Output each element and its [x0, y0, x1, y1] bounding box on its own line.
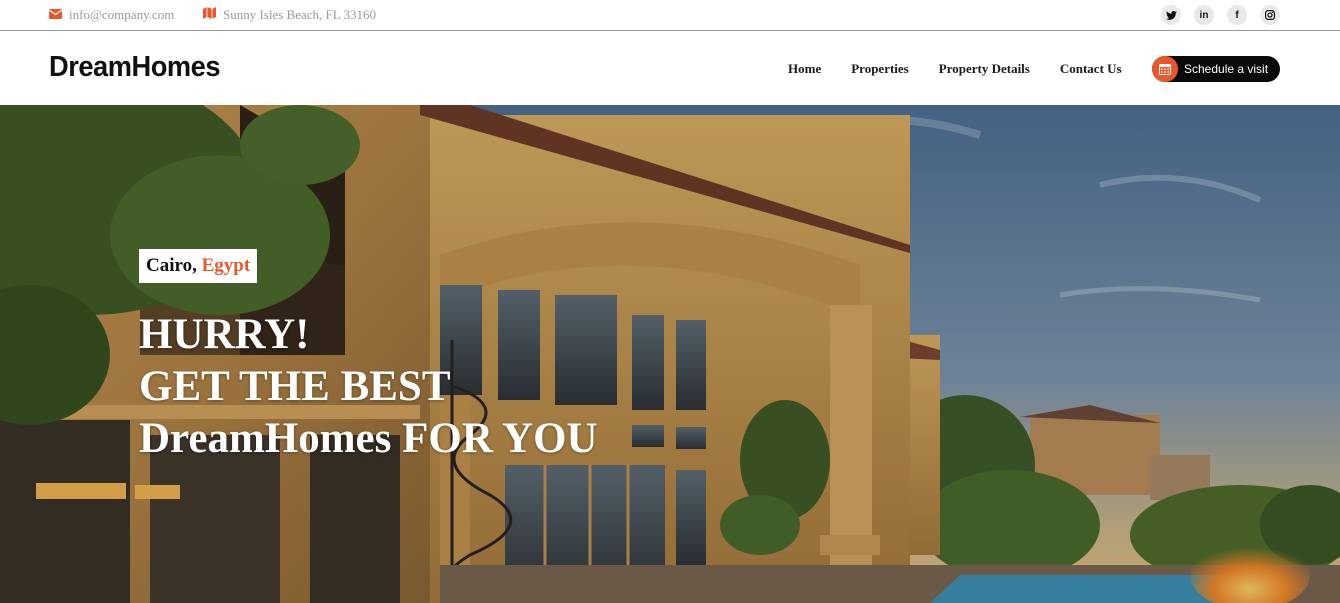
twitter-icon[interactable]: [1161, 5, 1181, 25]
envelope-icon: [48, 7, 63, 23]
location-city: Cairo,: [146, 255, 197, 276]
linkedin-icon[interactable]: in: [1194, 5, 1214, 25]
contact-email[interactable]: info@company.com: [48, 7, 175, 23]
headline-line-1: HURRY!: [139, 311, 310, 358]
location-badge: Cairo, Egypt: [139, 249, 258, 283]
schedule-visit-label: Schedule a visit: [1184, 62, 1269, 76]
headline-line-3: DreamHomes FOR YOU: [139, 415, 598, 462]
nav-contact-us[interactable]: Contact Us: [1060, 61, 1122, 77]
site-logo[interactable]: DreamHomes: [49, 51, 221, 84]
address-text: Sunny Isles Beach, FL 33160: [223, 7, 376, 22]
nav-home[interactable]: Home: [788, 61, 821, 77]
map-icon: [203, 7, 216, 23]
instagram-icon[interactable]: [1260, 5, 1280, 25]
nav-properties[interactable]: Properties: [851, 61, 909, 77]
hero-headline: HURRY! GET THE BEST DreamHomes FOR YOU: [139, 309, 598, 465]
social-links: in f: [1161, 5, 1280, 25]
schedule-visit-button[interactable]: Schedule a visit: [1152, 56, 1280, 82]
headline-line-2: GET THE BEST: [139, 363, 451, 410]
main-header: DreamHomes Home Properties Property Deta…: [0, 31, 1340, 105]
hero-banner: Cairo, Egypt HURRY! GET THE BEST DreamHo…: [0, 105, 1340, 603]
facebook-icon[interactable]: f: [1227, 5, 1247, 25]
nav-property-details[interactable]: Property Details: [939, 61, 1030, 77]
email-text: info@company.com: [69, 7, 175, 22]
top-info-bar: info@company.com Sunny Isles Beach, FL 3…: [0, 0, 1340, 31]
calendar-icon: [1152, 56, 1178, 82]
location-country: Egypt: [201, 255, 251, 276]
main-nav: Home Properties Property Details Contact…: [788, 61, 1152, 77]
contact-address: Sunny Isles Beach, FL 33160: [203, 7, 376, 23]
